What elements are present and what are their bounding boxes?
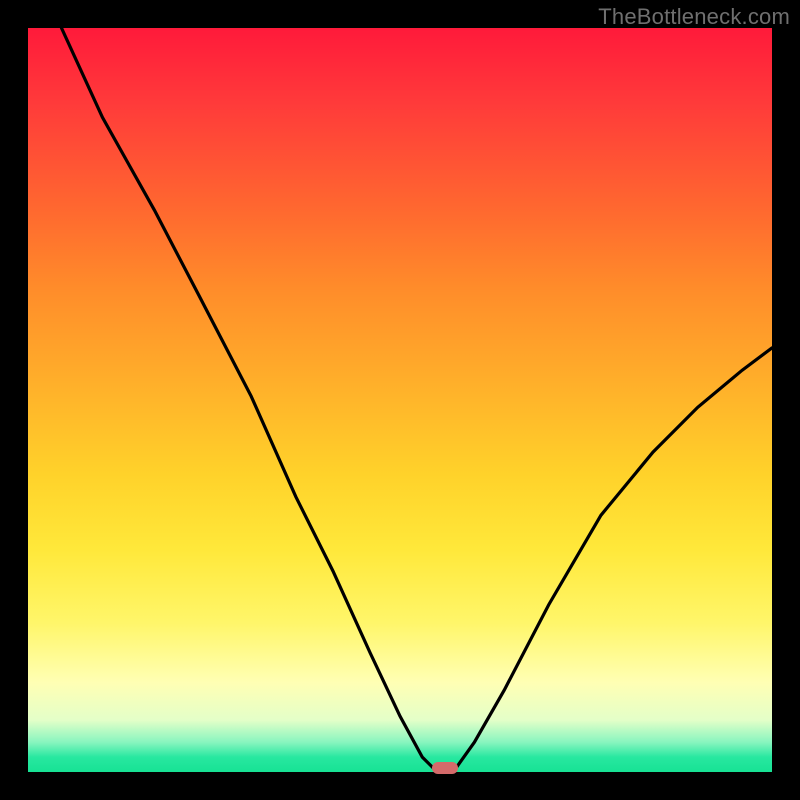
plot-area [28, 28, 772, 772]
curve-right-branch [456, 348, 772, 768]
watermark-text: TheBottleneck.com [598, 4, 790, 30]
curve-left-branch [62, 28, 434, 768]
chart-frame: TheBottleneck.com [0, 0, 800, 800]
bottleneck-curve [28, 28, 772, 772]
minimum-marker [432, 762, 458, 774]
